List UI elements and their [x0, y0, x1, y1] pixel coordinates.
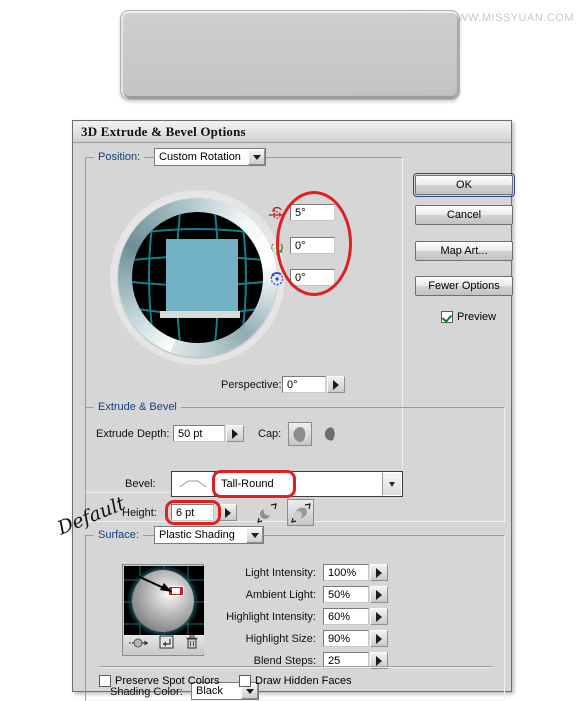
- position-preset-value: Custom Rotation: [159, 151, 241, 163]
- bevel-label: Bevel:: [125, 478, 156, 490]
- perspective-label: Perspective:: [221, 379, 282, 391]
- highlight-size-input[interactable]: 90%: [323, 630, 369, 647]
- rotate-z-axis-icon: [269, 271, 285, 287]
- preserve-spot-colors-label: Preserve Spot Colors: [115, 675, 220, 687]
- extrude-depth-label: Extrude Depth:: [96, 428, 170, 440]
- highlight-intensity-stepper-button[interactable]: [370, 608, 388, 625]
- light-preview-box[interactable]: [122, 564, 204, 656]
- preserve-spot-colors-checkbox[interactable]: [99, 675, 111, 687]
- draw-hidden-faces-checkbox[interactable]: [239, 675, 251, 687]
- bevel-extent-in-button[interactable]: [287, 499, 314, 526]
- default-pointer-arrow-icon: [130, 572, 172, 592]
- ambient-light-stepper-button[interactable]: [370, 586, 388, 603]
- trackball-sphere[interactable]: [132, 212, 263, 343]
- cap-label: Cap:: [258, 428, 282, 440]
- ok-button[interactable]: OK: [413, 173, 515, 197]
- draw-hidden-faces-row[interactable]: Draw Hidden Faces: [239, 675, 352, 687]
- rotation-y-input[interactable]: 0°: [290, 237, 335, 254]
- new-light-icon[interactable]: [159, 635, 174, 654]
- light-preview-toolbar: [124, 635, 204, 654]
- chevron-down-icon[interactable]: [382, 473, 401, 495]
- dialog-title: 3D Extrude & Bevel Options: [81, 123, 246, 139]
- trackball-front-face: [166, 239, 238, 311]
- cap-solid-icon: [293, 426, 307, 442]
- perspective-input[interactable]: 0°: [282, 376, 326, 393]
- shading-color-label: Shading Color:: [110, 686, 183, 698]
- rotate-y-axis-icon: [269, 239, 285, 255]
- cap-on-button[interactable]: [288, 422, 312, 446]
- rotation-z-input[interactable]: 0°: [290, 269, 335, 286]
- bevel-extent-in-icon: [290, 502, 311, 523]
- rounded-rectangle-shape: [120, 10, 460, 100]
- highlight-size-label: Highlight Size:: [245, 633, 316, 645]
- rotation-x-input[interactable]: 5°: [290, 204, 335, 221]
- light-intensity-input[interactable]: 100%: [323, 564, 369, 581]
- preserve-spot-colors-row[interactable]: Preserve Spot Colors: [99, 675, 220, 687]
- cap-hollow-icon: [324, 427, 338, 441]
- light-intensity-stepper-button[interactable]: [370, 564, 388, 581]
- light-preview-canvas[interactable]: [124, 566, 204, 636]
- bottom-divider: [99, 666, 493, 668]
- highlight-intensity-input[interactable]: 60%: [323, 608, 369, 625]
- height-stepper-button[interactable]: [219, 504, 237, 521]
- perspective-stepper-button[interactable]: [327, 376, 345, 393]
- ambient-light-label: Ambient Light:: [245, 589, 316, 601]
- extrude-depth-stepper-button[interactable]: [226, 425, 244, 442]
- preview-checkbox[interactable]: [441, 311, 453, 323]
- bevel-value: Tall-Round: [221, 478, 274, 490]
- rotate-x-axis-icon: [269, 206, 285, 222]
- chevron-down-icon[interactable]: [246, 527, 263, 543]
- move-light-back-icon[interactable]: [129, 636, 149, 654]
- position-label: Position:: [94, 151, 145, 163]
- highlight-intensity-label: Highlight Intensity:: [226, 611, 316, 623]
- extrude-bevel-group: Extrude & Bevel Extrude Depth: 50 pt Cap…: [85, 401, 505, 526]
- ambient-light-input[interactable]: 50%: [323, 586, 369, 603]
- map-art-button[interactable]: Map Art...: [415, 241, 513, 261]
- draw-hidden-faces-label: Draw Hidden Faces: [255, 675, 352, 687]
- bevel-preview-icon: [172, 472, 215, 496]
- chevron-down-icon[interactable]: [248, 149, 265, 165]
- bevel-extent-out-icon: [256, 502, 277, 523]
- surface-shading-select[interactable]: Plastic Shading: [154, 526, 264, 544]
- watermark-url-text: WWW.MISSYUAN.COM: [446, 12, 574, 24]
- height-input[interactable]: 6 pt: [171, 504, 214, 521]
- 3d-extrude-bevel-options-dialog: 3D Extrude & Bevel Options Position: Cus…: [72, 120, 515, 701]
- bevel-select[interactable]: Tall-Round: [171, 471, 403, 497]
- highlight-size-stepper-button[interactable]: [370, 630, 388, 647]
- fewer-options-button[interactable]: Fewer Options: [415, 276, 513, 296]
- dialog-titlebar: 3D Extrude & Bevel Options: [73, 121, 511, 143]
- position-trackball[interactable]: [110, 190, 285, 365]
- surface-label: Surface:: [94, 529, 143, 541]
- bevel-extent-out-button[interactable]: [255, 501, 278, 524]
- extrude-depth-input[interactable]: 50 pt: [173, 425, 225, 442]
- position-preset-select[interactable]: Custom Rotation: [154, 148, 266, 166]
- preview-label: Preview: [457, 311, 497, 323]
- preview-checkbox-row[interactable]: Preview: [441, 311, 496, 323]
- trackball-base-edge: [160, 311, 240, 318]
- surface-shading-value: Plastic Shading: [159, 529, 235, 541]
- light-intensity-label: Light Intensity:: [245, 567, 316, 579]
- cancel-button[interactable]: Cancel: [415, 205, 513, 225]
- dialog-body: Position: Custom Rotation 5° 0° 0° Persp…: [73, 143, 515, 701]
- extrude-bevel-legend: Extrude & Bevel: [94, 401, 181, 413]
- cap-off-button[interactable]: [321, 424, 341, 444]
